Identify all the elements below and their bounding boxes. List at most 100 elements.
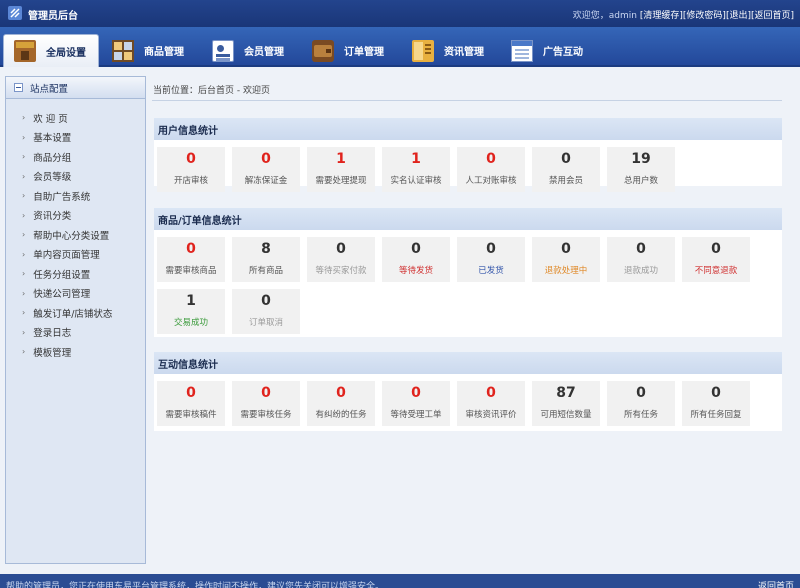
sidebar-item-label: 欢 迎 页: [33, 113, 68, 125]
stat-card[interactable]: 0 禁用会员: [532, 147, 600, 192]
sidebar-item-basic-settings[interactable]: › 基本设置: [6, 128, 145, 148]
sidebar-menu: › 欢 迎 页 › 基本设置 › 商品分组 › 会员等级 › 自助广告系统 › 资讯分类 ›…: [6, 99, 145, 362]
stat-card[interactable]: 1 需要处理提现: [307, 147, 375, 192]
stat-card[interactable]: 87 可用短信数量: [532, 381, 600, 426]
tab-order-management[interactable]: 订单管理: [312, 34, 384, 67]
sidebar-item-member-levels[interactable]: › 会员等级: [6, 167, 145, 187]
stat-card[interactable]: 0 等待发货: [382, 237, 450, 282]
grid-icon: [112, 39, 134, 62]
logout-link[interactable]: [退出]: [726, 11, 751, 21]
stat-label: 需要审核任务: [240, 410, 292, 420]
caret-right-icon: ›: [22, 171, 26, 181]
stat-card[interactable]: 0 已发货: [457, 237, 525, 282]
return-home-link[interactable]: [返回首页]: [751, 11, 794, 21]
sidebar-item-self-ad-system[interactable]: › 自助广告系统: [6, 186, 145, 206]
stat-card[interactable]: 0 需要审核稿件: [157, 381, 225, 426]
stat-card[interactable]: 0 不同意退款: [682, 237, 750, 282]
sidebar-item-task-groups[interactable]: › 任务分组设置: [6, 264, 145, 284]
interaction-stats-section: 互动信息统计 0 需要审核稿件 0 需要审核任务 0 有纠纷的任务 0 等待受理工单 0…: [154, 352, 782, 431]
sidebar-item-news-categories[interactable]: › 资讯分类: [6, 206, 145, 226]
caret-right-icon: ›: [22, 249, 26, 259]
stat-value: 0: [186, 385, 196, 401]
stat-card[interactable]: 0 解冻保证金: [232, 147, 300, 192]
stat-label: 人工对账审核: [465, 176, 517, 186]
sidebar-item-label: 基本设置: [33, 133, 72, 145]
sidebar-item-courier-companies[interactable]: › 快递公司管理: [6, 284, 145, 304]
stat-card[interactable]: 19 总用户数: [607, 147, 675, 192]
sidebar-item-label: 模板管理: [33, 347, 72, 359]
stat-card[interactable]: 0 开店审核: [157, 147, 225, 192]
user-links: 欢迎您，admin [清理缓存][修改密码][退出][返回首页]: [573, 8, 794, 21]
sidebar-item-single-pages[interactable]: › 单内容页面管理: [6, 245, 145, 265]
stat-card[interactable]: 0 需要审核商品: [157, 237, 225, 282]
stat-label: 开店审核: [173, 176, 208, 186]
stat-card[interactable]: 0 人工对账审核: [457, 147, 525, 192]
tab-label: 会员管理: [244, 47, 284, 58]
stat-value: 0: [711, 241, 721, 257]
stat-card[interactable]: 0 退款成功: [607, 237, 675, 282]
stat-value: 0: [261, 293, 271, 309]
member-card-icon: [212, 39, 234, 62]
collapse-icon[interactable]: [14, 83, 23, 92]
stat-card[interactable]: 1 交易成功: [157, 289, 225, 334]
stat-card[interactable]: 0 需要审核任务: [232, 381, 300, 426]
stat-card[interactable]: 0 审核资讯评价: [457, 381, 525, 426]
stat-value: 0: [561, 151, 571, 167]
sidebar-item-welcome[interactable]: › 欢 迎 页: [6, 108, 145, 128]
main-content: 当前位置：后台首页 - 欢迎页 用户信息统计 0 开店审核 0 解冻保证金 1 需要处…: [152, 76, 782, 566]
stat-value: 0: [336, 385, 346, 401]
stat-value: 0: [711, 385, 721, 401]
stat-label: 等待买家付款: [315, 266, 367, 276]
stat-card[interactable]: 0 有纠纷的任务: [307, 381, 375, 426]
stat-value: 0: [486, 241, 496, 257]
tab-member-management[interactable]: 会员管理: [212, 34, 284, 67]
folder-icon: [412, 39, 434, 62]
sidebar: 站点配置 › 欢 迎 页 › 基本设置 › 商品分组 › 会员等级 › 自助广告系统 › 资…: [5, 76, 146, 564]
tab-ad-interaction[interactable]: 广告互动: [511, 34, 583, 67]
footer-notice: 帮助的管理员，您正在使用东易平台管理系统，操作时间不操作，建议您先关闭可以增强安…: [6, 582, 385, 588]
caret-right-icon: ›: [22, 113, 26, 123]
sidebar-item-label: 资讯分类: [33, 211, 72, 223]
footer-home-link[interactable]: 返回首页: [758, 579, 794, 588]
tab-label: 全局设置: [46, 47, 86, 59]
clear-cache-link[interactable]: [清理缓存]: [640, 11, 683, 21]
sidebar-header[interactable]: 站点配置: [6, 77, 145, 99]
wallet-icon: [312, 39, 334, 62]
tab-global-settings[interactable]: 全局设置: [3, 34, 99, 67]
stat-card[interactable]: 0 所有任务: [607, 381, 675, 426]
stat-card[interactable]: 0 所有任务回复: [682, 381, 750, 426]
section-title: 商品/订单信息统计: [154, 208, 782, 230]
stat-label: 可用短信数量: [540, 410, 592, 420]
caret-right-icon: ›: [22, 327, 26, 337]
sidebar-item-label: 帮助中心分类设置: [33, 230, 110, 242]
sidebar-item-product-groups[interactable]: › 商品分组: [6, 147, 145, 167]
stat-label: 需要处理提现: [315, 176, 367, 186]
sidebar-item-templates[interactable]: › 模板管理: [6, 342, 145, 362]
stat-card[interactable]: 0 退款处理中: [532, 237, 600, 282]
sidebar-item-login-log[interactable]: › 登录日志: [6, 323, 145, 343]
stat-label: 有纠纷的任务: [315, 410, 367, 420]
tab-product-management[interactable]: 商品管理: [112, 34, 184, 67]
tab-news-management[interactable]: 资讯管理: [412, 34, 484, 67]
change-password-link[interactable]: [修改密码]: [683, 11, 726, 21]
stat-card[interactable]: 1 实名认证审核: [382, 147, 450, 192]
stat-label: 等待受理工单: [390, 410, 442, 420]
stat-row: 0 需要审核商品 8 所有商品 0 等待买家付款 0 等待发货 0 已发货 0 退款处理中 …: [154, 230, 782, 282]
stat-label: 订单取消: [248, 318, 283, 328]
stat-value: 0: [411, 385, 421, 401]
stat-label: 已发货: [478, 266, 504, 276]
stat-card[interactable]: 0 订单取消: [232, 289, 300, 334]
stat-label: 实名认证审核: [390, 176, 442, 186]
sidebar-header-label: 站点配置: [30, 83, 69, 95]
stat-card[interactable]: 8 所有商品: [232, 237, 300, 282]
caret-right-icon: ›: [22, 191, 26, 201]
stat-label: 退款处理中: [544, 266, 588, 276]
stat-card[interactable]: 0 等待买家付款: [307, 237, 375, 282]
sidebar-item-label: 快递公司管理: [33, 289, 91, 301]
stat-card[interactable]: 0 等待受理工单: [382, 381, 450, 426]
tab-label: 资讯管理: [444, 47, 484, 58]
stat-label: 需要审核稿件: [165, 410, 217, 420]
sidebar-item-trigger-status[interactable]: › 触发订单/店铺状态: [6, 303, 145, 323]
caret-right-icon: ›: [22, 210, 26, 220]
sidebar-item-help-center[interactable]: › 帮助中心分类设置: [6, 225, 145, 245]
